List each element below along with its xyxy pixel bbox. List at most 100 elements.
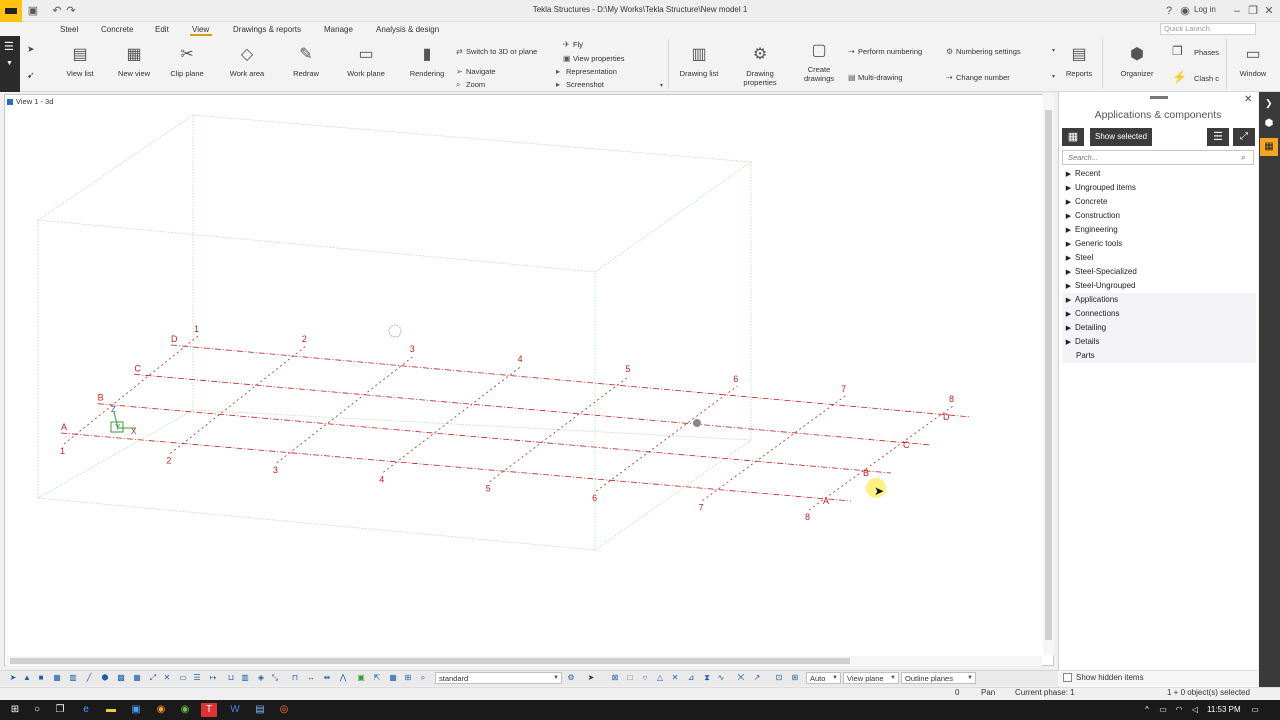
tray-wifi-icon[interactable]: ◠ (1172, 703, 1186, 717)
work-plane-button[interactable]: ▭ Work plane (342, 44, 390, 78)
zoom-selected-icon[interactable]: ⌕ (418, 673, 428, 683)
tray-volume-icon[interactable]: ◁ (1188, 703, 1202, 717)
multi-drawing-button[interactable]: ▤ Multi-drawing (848, 73, 903, 82)
clock[interactable]: 11:53 PM (1207, 705, 1241, 714)
select-components-icon[interactable]: ▦ (132, 673, 142, 683)
snap-grid-icon[interactable]: ▥ (240, 673, 250, 683)
select-switch-icon[interactable]: ➤ (586, 673, 596, 683)
category-concrete[interactable]: ▶ Concrete (1062, 195, 1256, 209)
group-expand-icon[interactable]: ▾ (660, 82, 663, 89)
snap-hourglass-icon[interactable]: ⧗ (702, 673, 712, 683)
category-details[interactable]: ▶ Details (1062, 335, 1256, 349)
filter-settings-icon[interactable]: ⚙ (566, 673, 576, 683)
word-icon[interactable]: W (228, 703, 242, 717)
task-view-icon[interactable]: ❐ (53, 703, 67, 717)
snap-triangle-icon[interactable]: △ (655, 673, 665, 683)
show-selected-button[interactable]: Show selected (1090, 128, 1152, 146)
selection-filter-select[interactable]: standard ▼ (435, 672, 562, 684)
tab-steel[interactable]: Steel (60, 25, 78, 34)
tray-network-icon[interactable]: ▭ (1156, 703, 1170, 717)
applications-icon[interactable]: ▦ (1260, 138, 1278, 156)
snap-x-icon[interactable]: ⨉ (736, 673, 746, 683)
tab-view[interactable]: View (192, 25, 209, 34)
expand-panel-button[interactable]: ⤢ (1233, 128, 1255, 146)
category-ungrouped-items[interactable]: ▶ Ungrouped items (1062, 181, 1256, 195)
component-catalog-icon[interactable]: ⬢ (1262, 118, 1276, 132)
tab-drawings-reports[interactable]: Drawings & reports (233, 25, 301, 34)
category-connections[interactable]: ▶ Connections (1062, 307, 1256, 321)
outline-planes-select[interactable]: Outline planes ▼ (901, 672, 976, 684)
model-canvas[interactable]: A A B B C C D D 1 1 2 2 3 3 4 4 5 5 6 6 7 7 8 8 Z Y X (6, 110, 1042, 655)
search-input[interactable] (1062, 150, 1254, 165)
category-recent[interactable]: ▶ Recent (1062, 167, 1256, 181)
select-tool-icon[interactable]: ➤ (27, 44, 35, 55)
hamburger-icon[interactable]: ☰ (4, 40, 14, 53)
close-icon[interactable]: ✕ (1262, 4, 1276, 18)
snap-extension-icon[interactable]: ↔ (306, 673, 316, 683)
category-engineering[interactable]: ▶ Engineering (1062, 223, 1256, 237)
help-icon[interactable]: ? (1162, 4, 1176, 18)
horizontal-scrollbar-thumb[interactable] (10, 658, 850, 664)
category-steel[interactable]: ▶ Steel (1062, 251, 1256, 265)
create-drawings-button[interactable]: ▢ Create drawings (798, 40, 840, 83)
perform-numbering-button[interactable]: ⇢ Perform numbering (848, 47, 922, 56)
snap-free-icon[interactable]: ⤡ (270, 673, 280, 683)
numbering-settings-button[interactable]: ⚙ Numbering settings (946, 47, 1021, 56)
tab-analysis-design[interactable]: Analysis & design (376, 25, 439, 34)
snap-plane-icon[interactable]: ◈ (256, 673, 266, 683)
numbering-dropdown-icon[interactable]: ▾ (1052, 47, 1055, 54)
snap-override-icon[interactable]: ⊞ (403, 673, 413, 683)
chevron-down-icon[interactable]: ▼ (6, 60, 13, 67)
snap-wave-icon[interactable]: ∿ (716, 673, 726, 683)
work-area-button[interactable]: ◇ Work area (225, 44, 269, 78)
snap-nearest-icon[interactable]: ⇱ (372, 673, 382, 683)
store-icon[interactable]: ▣ (129, 703, 143, 717)
tekla-taskbar-icon[interactable]: T (201, 703, 217, 717)
switch-3d-button[interactable]: ⇄ Switch to 3D or plane (456, 47, 537, 56)
user-icon[interactable]: ◉ (1178, 4, 1192, 18)
new-view-button[interactable]: ▦ New view (112, 44, 156, 78)
screenshot-button[interactable]: ▸ Screenshot (556, 80, 604, 89)
organizer-button[interactable]: ⬢ Organizer (1116, 44, 1158, 78)
select-all-icon[interactable]: ➤ (8, 673, 18, 683)
snap-tangent-icon[interactable]: ⋀ (338, 673, 348, 683)
category-construction[interactable]: ▶ Construction (1062, 209, 1256, 223)
rendering-button[interactable]: ▮ Rendering (404, 44, 450, 78)
panel-close-icon[interactable]: ✕ (1244, 94, 1252, 105)
view-properties-button[interactable]: ▣ View properties (563, 54, 625, 63)
snap-lines-icon[interactable]: ☰ (192, 673, 202, 683)
search-icon[interactable]: ⌕ (1241, 152, 1246, 163)
snap-point-icon[interactable]: ⊡ (774, 673, 784, 683)
redraw-button[interactable]: ✎ Redraw (286, 44, 326, 78)
list-view-button[interactable]: ☰ (1207, 128, 1229, 146)
category-generic-tools[interactable]: ▶ Generic tools (1062, 237, 1256, 251)
show-hidden-checkbox[interactable] (1063, 673, 1072, 682)
category-parts[interactable]: Parts (1062, 349, 1256, 363)
snap-circle-icon[interactable]: ○ (640, 673, 650, 683)
snap-rectangle-icon[interactable]: ▭ (178, 673, 188, 683)
snap-center-icon[interactable]: ⊔ (226, 673, 236, 683)
view-list-button[interactable]: ▤ View list (60, 44, 100, 78)
snap-endpoint-icon[interactable]: ⤢ (148, 673, 158, 683)
file-explorer-icon[interactable]: ▬ (104, 703, 118, 717)
snap-any-icon[interactable]: ▦ (388, 673, 398, 683)
zoom-button[interactable]: ⌕ Zoom (456, 80, 485, 90)
view-plane-select[interactable]: View plane ▼ (843, 672, 899, 684)
change-number-button[interactable]: ⇢ Change number (946, 73, 1010, 82)
window-button[interactable]: ▭ Window (1234, 44, 1272, 78)
select-parts-icon[interactable]: ▲ (22, 673, 32, 683)
drawing-list-button[interactable]: ▥ Drawing list (676, 44, 722, 78)
panel-grip[interactable] (1150, 96, 1168, 99)
fly-button[interactable]: ✈ Fly (563, 40, 583, 49)
clip-plane-button[interactable]: ✂ Clip plane (166, 44, 208, 78)
snap-arrow-icon[interactable]: ↦ (208, 673, 218, 683)
category-detailing[interactable]: ▶ Detailing (1062, 321, 1256, 335)
snap-box-icon[interactable]: ⊞ (790, 673, 800, 683)
restore-icon[interactable]: ❐ (1246, 4, 1260, 18)
select-points-icon[interactable]: ▥ (68, 673, 78, 683)
tab-manage[interactable]: Manage (324, 25, 353, 34)
snap-perpendicular-icon[interactable]: ⊓ (290, 673, 300, 683)
snap-ref-icon[interactable]: ⊠ (610, 673, 620, 683)
phases-button[interactable]: ❐ Phases (1172, 44, 1219, 58)
tab-concrete[interactable]: Concrete (101, 25, 133, 34)
